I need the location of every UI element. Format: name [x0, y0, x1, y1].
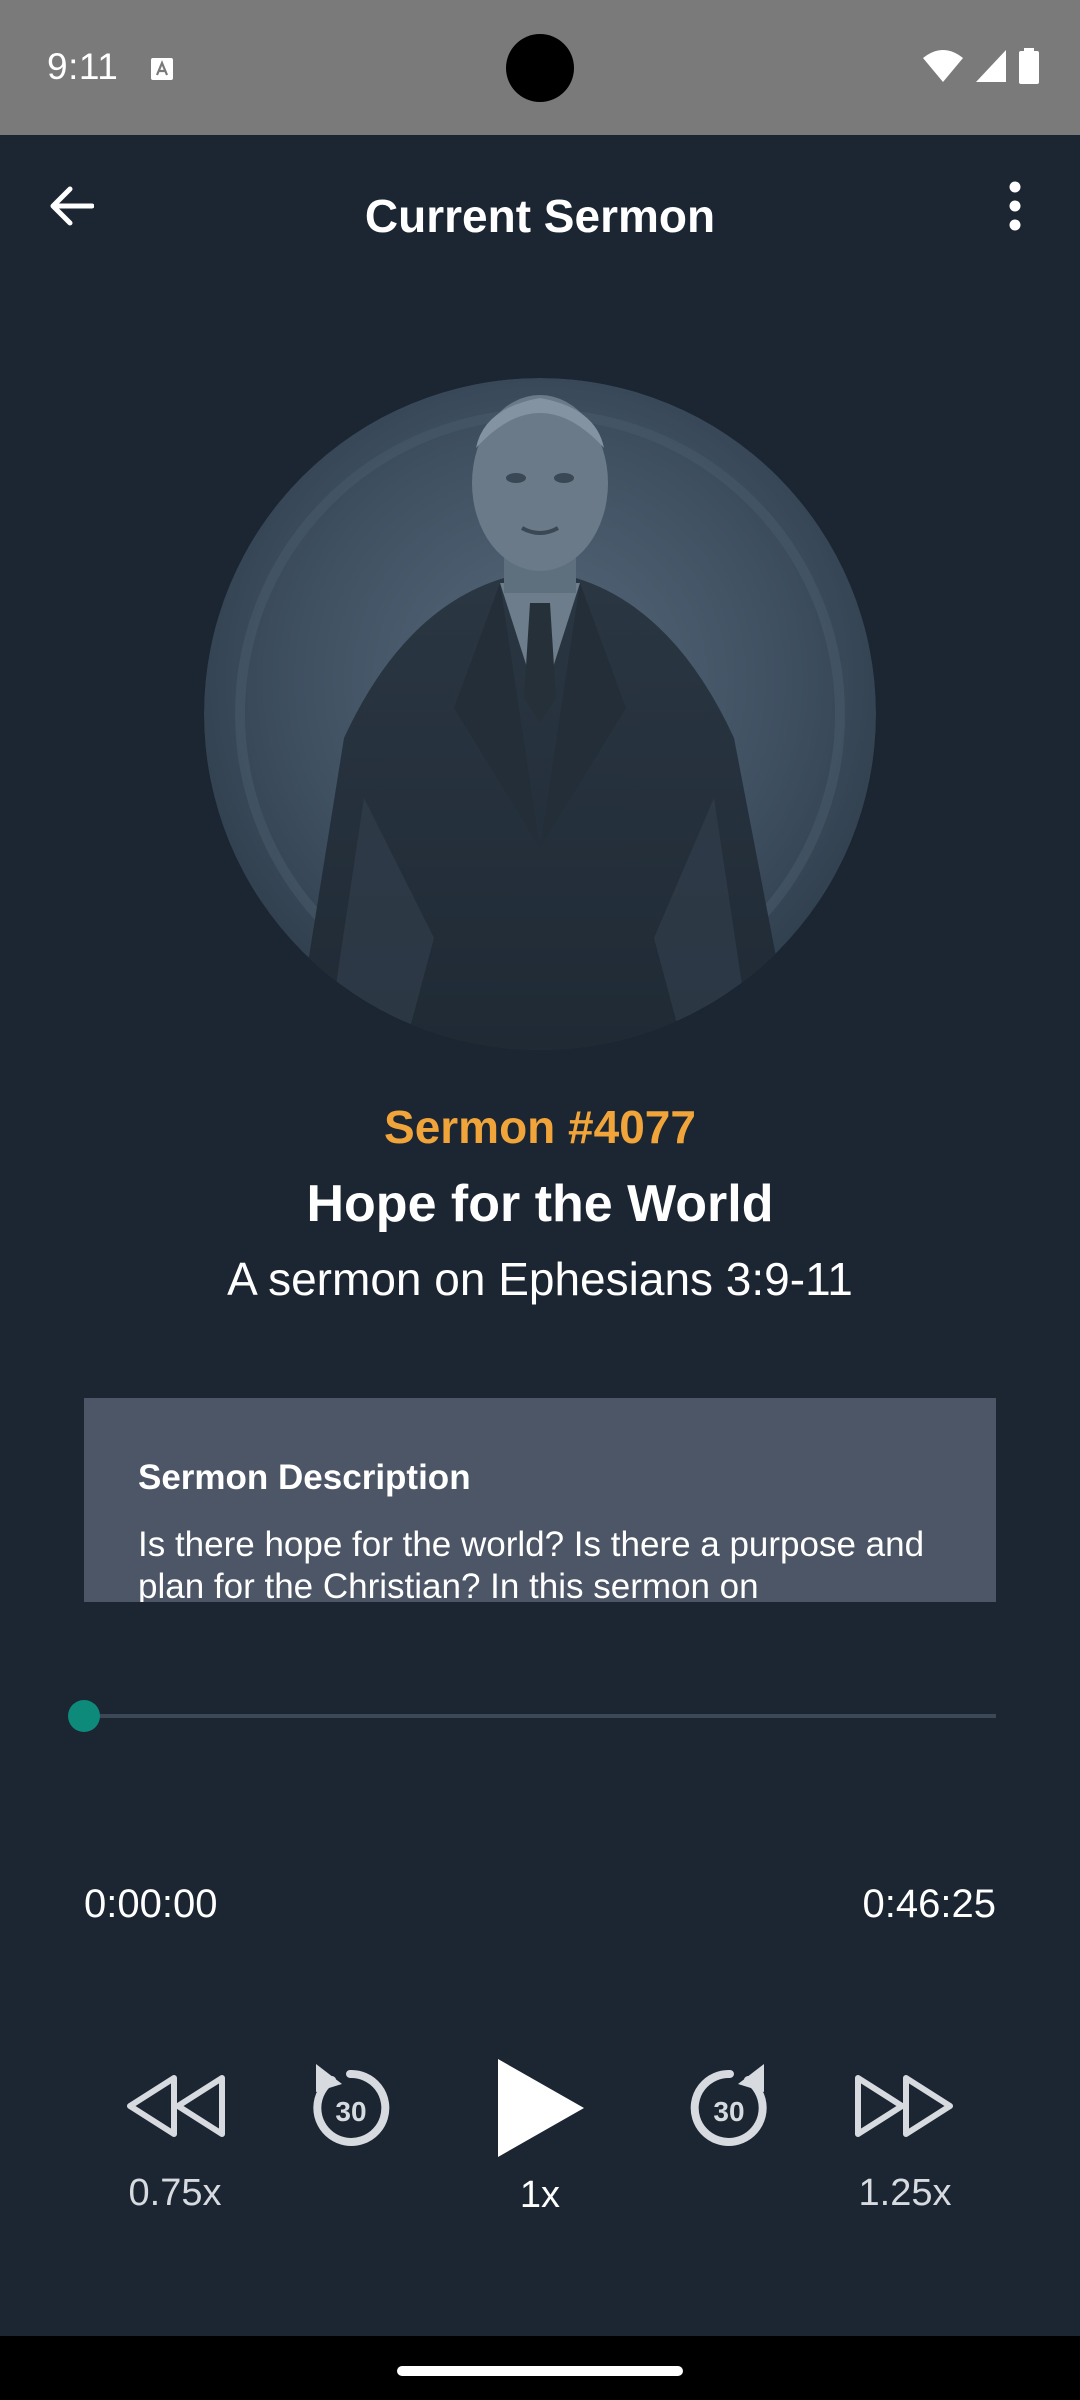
sermon-number: Sermon #4077	[384, 1101, 696, 1153]
slow-speed-label: 0.75x	[128, 2172, 222, 2214]
seek-bar[interactable]	[68, 1700, 996, 1732]
seek-bar-thumb[interactable]	[68, 1700, 100, 1732]
play-icon	[498, 2059, 584, 2157]
fast-speed-button[interactable]	[848, 2068, 960, 2144]
description-body: Is there hope for the world? Is there a …	[138, 1525, 925, 1602]
battery-icon	[1019, 48, 1039, 84]
sermon-title: Hope for the World	[306, 1175, 774, 1233]
a-notification-icon	[150, 57, 174, 81]
wifi-icon	[923, 50, 963, 82]
normal-speed-label: 1x	[519, 2174, 561, 2216]
status-time: 9:11	[47, 46, 119, 87]
total-time: 0:46:25	[862, 1882, 996, 1926]
screen: 9:11 Current Sermon Sermon #4077 Hope fo…	[0, 0, 1080, 2400]
slow-speed-button[interactable]	[120, 2068, 232, 2144]
description-heading: Sermon Description	[138, 1458, 471, 1497]
fast-forward-icon	[855, 2075, 953, 2137]
fast-speed-label: 1.25x	[858, 2172, 952, 2214]
more-options-button[interactable]	[980, 171, 1050, 241]
page-title: Current Sermon	[364, 190, 716, 242]
more-vert-icon	[1009, 181, 1021, 231]
sermon-artwork	[204, 378, 876, 1050]
rewind-icon	[127, 2075, 225, 2137]
sermon-description-card[interactable]: Sermon Description Is there hope for the…	[84, 1398, 996, 1602]
status-icons	[922, 48, 1040, 84]
current-time: 0:00:00	[84, 1882, 218, 1926]
status-bar: 9:11	[0, 0, 1080, 135]
home-handle[interactable]	[397, 2366, 683, 2376]
preacher-portrait	[204, 378, 876, 1050]
forward-seconds: 30	[713, 2096, 744, 2127]
sermon-subtitle: A sermon on Ephesians 3:9-11	[227, 1253, 853, 1305]
replay-30-icon: 30	[313, 2064, 390, 2146]
play-button[interactable]	[482, 2050, 598, 2166]
app-bar: Current Sermon	[0, 135, 1080, 300]
camera-cutout	[506, 34, 574, 102]
rewind-30-button[interactable]: 30	[300, 2056, 400, 2156]
signal-icon	[976, 50, 1006, 82]
forward-30-button[interactable]: 30	[680, 2056, 780, 2156]
rewind-seconds: 30	[335, 2096, 366, 2127]
forward-30-icon: 30	[690, 2064, 767, 2146]
